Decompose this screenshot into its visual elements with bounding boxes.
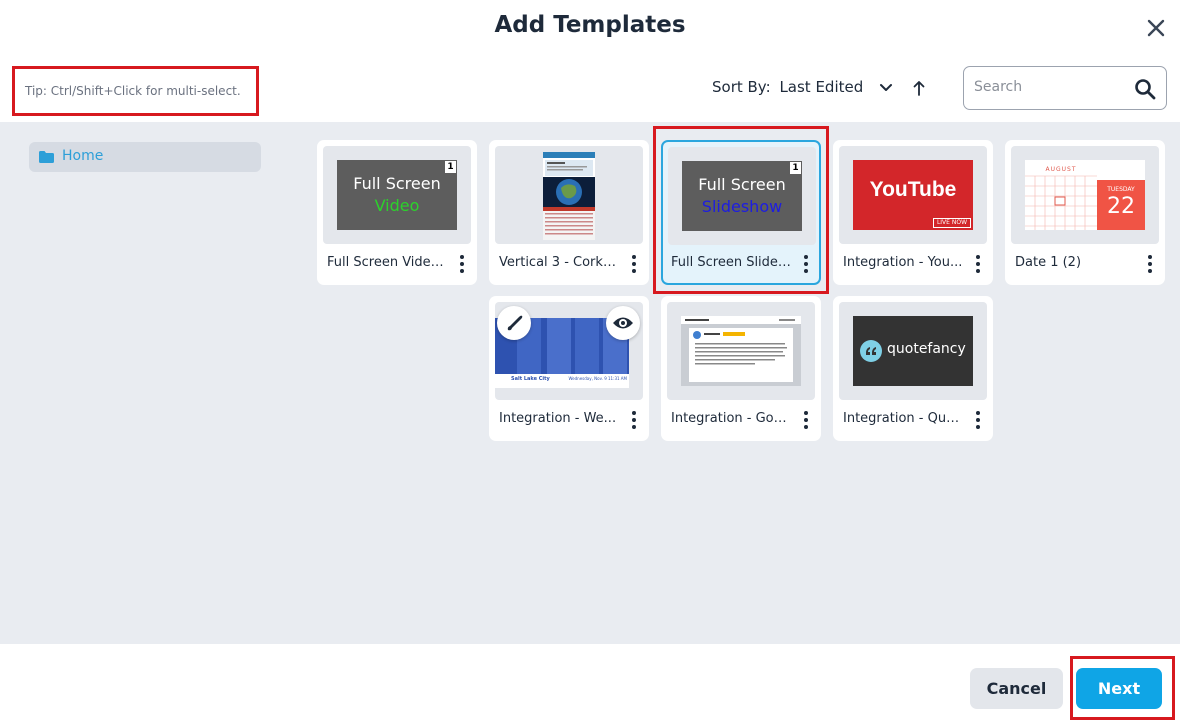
review-preview bbox=[681, 316, 801, 386]
template-thumbnail bbox=[667, 302, 815, 400]
thumb-subtitle: Slideshow bbox=[701, 197, 783, 216]
more-options-icon[interactable] bbox=[799, 409, 813, 431]
template-thumbnail: Full Screen Video 1 bbox=[323, 146, 471, 244]
brush-icon bbox=[507, 315, 523, 331]
chevron-down-icon[interactable] bbox=[878, 80, 894, 96]
template-thumbnail: Full Screen Slideshow 1 bbox=[668, 147, 816, 245]
template-thumbnail: AUGUST TUESDAY 22 bbox=[1011, 146, 1159, 244]
template-card-integration-weather[interactable]: Salt Lake City Wednesday, Nov. 9 11:31 A… bbox=[489, 296, 649, 441]
more-options-icon[interactable] bbox=[971, 409, 985, 431]
sidebar-item-label: Home bbox=[62, 148, 104, 164]
thumb-title: Full Screen bbox=[353, 174, 441, 193]
cancel-button[interactable]: Cancel bbox=[970, 668, 1063, 709]
page-count-badge: 1 bbox=[445, 161, 456, 173]
dialog-title: Add Templates bbox=[494, 12, 686, 38]
close-icon[interactable] bbox=[1144, 16, 1168, 40]
thumb-subtitle: Video bbox=[374, 196, 420, 215]
calendar-grid-icon bbox=[1025, 175, 1097, 230]
template-name: Vertical 3 - Corkb... bbox=[499, 255, 621, 270]
thumb-title: Full Screen bbox=[698, 175, 786, 194]
weather-date: Wednesday, Nov. 9 11:31 AM bbox=[568, 376, 627, 381]
template-name: Full Screen Video ... bbox=[327, 255, 449, 270]
quotefancy-logo: quotefancy bbox=[887, 341, 966, 357]
calendar-weekday: TUESDAY bbox=[1107, 186, 1135, 193]
search-input[interactable] bbox=[974, 76, 1124, 98]
template-name: Integration - Goo... bbox=[671, 411, 793, 426]
customize-button[interactable] bbox=[497, 306, 531, 340]
sort-direction-arrow-icon[interactable] bbox=[911, 79, 927, 97]
more-options-icon[interactable] bbox=[455, 253, 469, 275]
more-options-icon[interactable] bbox=[627, 253, 641, 275]
live-now-tag: LIVE NOW bbox=[932, 218, 971, 228]
template-card-vertical-3[interactable]: Vertical 3 - Corkb... bbox=[489, 140, 649, 285]
search-icon[interactable] bbox=[1134, 78, 1156, 100]
weather-city: Salt Lake City bbox=[511, 376, 550, 382]
dialog-footer: Cancel Next bbox=[0, 644, 1180, 720]
template-name: Integration - Quo... bbox=[843, 411, 965, 426]
template-name: Integration - We... bbox=[499, 411, 617, 426]
page-count-badge: 1 bbox=[790, 162, 801, 174]
next-button[interactable]: Next bbox=[1076, 668, 1162, 709]
more-options-icon[interactable] bbox=[799, 253, 813, 275]
vertical-layout-preview bbox=[543, 152, 595, 240]
multi-select-tip: Tip: Ctrl/Shift+Click for multi-select. bbox=[25, 84, 241, 98]
more-options-icon[interactable] bbox=[1143, 253, 1157, 275]
sort-label: Sort By: bbox=[712, 78, 771, 96]
quote-icon bbox=[860, 340, 882, 362]
calendar-day: 22 bbox=[1107, 194, 1135, 219]
more-options-icon[interactable] bbox=[627, 409, 641, 431]
template-card-integration-google[interactable]: Integration - Goo... bbox=[661, 296, 821, 441]
sort-value[interactable]: Last Edited bbox=[779, 78, 863, 96]
template-card-full-screen-slideshow[interactable]: Full Screen Slideshow 1 Full Screen Slid… bbox=[661, 140, 821, 285]
preview-button[interactable] bbox=[606, 306, 640, 340]
folder-icon bbox=[39, 151, 54, 163]
template-card-integration-quotefancy[interactable]: quotefancy Integration - Quo... bbox=[833, 296, 993, 441]
template-thumbnail: quotefancy bbox=[839, 302, 987, 400]
eye-icon bbox=[613, 317, 633, 329]
template-card-integration-youtube[interactable]: YouTube LIVE NOW Integration - You... bbox=[833, 140, 993, 285]
template-browser: Home Full Screen Video 1 Full Screen Vid… bbox=[0, 122, 1180, 644]
template-name: Date 1 (2) bbox=[1015, 255, 1082, 270]
template-name: Integration - You... bbox=[843, 255, 963, 270]
sort-control[interactable]: Sort By: Last Edited bbox=[712, 78, 871, 96]
more-options-icon[interactable] bbox=[971, 253, 985, 275]
sidebar-item-home[interactable]: Home bbox=[29, 142, 261, 172]
tip-highlight-frame: Tip: Ctrl/Shift+Click for multi-select. bbox=[12, 66, 259, 116]
template-name: Full Screen Slides... bbox=[671, 255, 793, 270]
search-box[interactable] bbox=[963, 66, 1167, 110]
template-thumbnail bbox=[495, 146, 643, 244]
add-templates-dialog: Add Templates Tip: Ctrl/Shift+Click for … bbox=[0, 0, 1180, 720]
template-card-full-screen-video[interactable]: Full Screen Video 1 Full Screen Video ..… bbox=[317, 140, 477, 285]
template-thumbnail: YouTube LIVE NOW bbox=[839, 146, 987, 244]
youtube-logo: YouTube bbox=[869, 178, 957, 201]
template-card-date[interactable]: AUGUST TUESDAY 22 Date 1 (2) bbox=[1005, 140, 1165, 285]
